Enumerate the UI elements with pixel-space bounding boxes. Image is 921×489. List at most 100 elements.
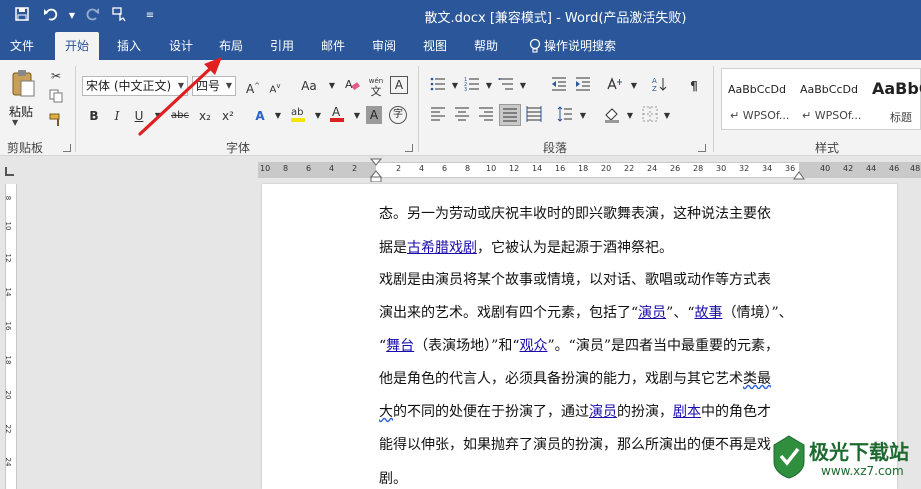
style-preview-3[interactable]: AaBbC [872, 79, 921, 98]
hyperlink[interactable]: 演员 [638, 305, 666, 321]
phonetic-guide-icon[interactable]: wén 文 [366, 74, 386, 97]
character-shading-icon[interactable]: A [366, 106, 382, 124]
highlight-icon[interactable]: ab [288, 104, 308, 124]
ruler-number: 6 [442, 164, 448, 173]
hyperlink[interactable]: 剧本 [673, 404, 701, 420]
chevron-down-icon[interactable]: ▼ [268, 106, 288, 126]
chevron-down-icon[interactable]: ▼ [573, 106, 593, 126]
decrease-indent-icon[interactable] [549, 76, 569, 96]
document-line[interactable]: 剧。 [379, 468, 407, 488]
ruler-number: 12 [509, 164, 520, 173]
document-line[interactable]: 演出来的艺术。戏剧有四个元素，包括了“演员”、“故事（情境）”、 [379, 302, 793, 322]
hyperlink[interactable]: 故事 [694, 305, 722, 321]
cut-icon[interactable]: ✂ [46, 66, 66, 86]
document-line[interactable]: 他是角色的代言人，必须具备扮演的能力，戏剧与其它艺术类最 [379, 368, 771, 388]
paste-dropdown-icon[interactable]: ▼ [12, 118, 18, 127]
font-launcher-icon[interactable] [405, 144, 413, 152]
font-color-icon[interactable]: A [327, 104, 347, 124]
clipboard-group-label: 剪贴板 [7, 141, 44, 155]
chevron-down-icon[interactable]: ▼ [624, 76, 644, 96]
tab-view[interactable]: 视图 [413, 32, 457, 60]
chevron-down-icon[interactable]: ▼ [513, 76, 533, 96]
ruler-number: 8 [283, 164, 289, 173]
copy-icon[interactable] [46, 89, 66, 109]
vruler-number: 8 [4, 195, 12, 201]
clear-formatting-icon[interactable]: A [342, 76, 362, 96]
document-line[interactable]: 态。另一为劳动或庆祝丰收时的即兴歌舞表演，这种说法主要依 [379, 203, 771, 223]
chevron-down-icon[interactable]: ▼ [308, 106, 328, 126]
hyperlink[interactable]: 观众 [520, 338, 548, 354]
align-center-icon[interactable] [452, 106, 472, 126]
document-line[interactable]: 戏剧是由演员将某个故事或情境，以对话、歌唱或动作等方式表 [379, 269, 771, 289]
document-line[interactable]: 能得以伸张，如果抛弃了演员的扮演，那么所演出的便不再是戏 [379, 434, 771, 454]
tab-mailings[interactable]: 邮件 [311, 32, 355, 60]
sort-icon[interactable]: AZ [650, 76, 670, 96]
indent-marker-icon[interactable] [369, 158, 383, 183]
document-line[interactable]: “舞台（表演场地）”和“观众”。“演员”是四者当中最重要的元素， [379, 335, 779, 355]
increase-indent-icon[interactable] [573, 76, 593, 96]
ruler-number: 20 [601, 164, 612, 173]
vruler-number: 20 [4, 390, 12, 400]
justify-icon[interactable] [499, 104, 521, 126]
distributed-icon[interactable] [524, 106, 544, 126]
text-run: 剧。 [379, 471, 407, 487]
text-run: 大 [379, 404, 393, 420]
change-case-icon[interactable]: Aa [297, 76, 321, 96]
align-right-icon[interactable] [476, 106, 496, 126]
ruler-number: 26 [670, 164, 681, 173]
clipboard-launcher-icon[interactable] [63, 144, 71, 152]
show-formatting-icon[interactable]: ¶ [684, 76, 704, 96]
chevron-down-icon[interactable]: ▼ [620, 106, 640, 126]
style-preview-2[interactable]: AaBbCcDd [800, 83, 858, 96]
right-indent-marker-icon[interactable] [793, 170, 805, 180]
ruler-number: 8 [465, 164, 471, 173]
ruler-number: 24 [647, 164, 658, 173]
svg-text:A: A [332, 105, 341, 119]
tab-help[interactable]: 帮助 [464, 32, 508, 60]
ruler-number: 22 [624, 164, 635, 173]
italic-button[interactable]: I [107, 106, 127, 126]
chinese-layout-icon[interactable] [605, 76, 625, 96]
enclose-characters-icon[interactable]: 字 [389, 106, 407, 124]
document-line[interactable]: 大的不同的处便在于扮演了，通过演员的扮演，剧本中的角色才 [379, 401, 771, 421]
ruler-number: 46 [889, 164, 900, 173]
shrink-font-icon[interactable]: Av [265, 76, 285, 96]
chevron-down-icon[interactable]: ▼ [347, 106, 367, 126]
hyperlink[interactable]: 舞台 [386, 338, 414, 354]
paste-icon[interactable] [10, 68, 36, 98]
ruler-number: 34 [762, 164, 773, 173]
lightbulb-icon[interactable] [527, 38, 543, 54]
vertical-ruler[interactable]: 8 10 12 14 16 18 20 22 24 [0, 184, 22, 489]
horizontal-ruler[interactable]: 10 8 6 4 2 2 4 6 8 10 12 14 16 18 20 22 … [258, 162, 921, 178]
svg-text:3: 3 [464, 87, 467, 92]
format-painter-icon[interactable] [46, 112, 66, 132]
tab-review[interactable]: 审阅 [362, 32, 406, 60]
document-line[interactable]: 据是古希腊戏剧，它被认为是起源于酒神祭祀。 [379, 237, 673, 257]
hyperlink[interactable]: 演员 [589, 404, 617, 420]
text-effects-icon[interactable]: A [250, 106, 270, 126]
tab-file[interactable]: 文件 [0, 32, 44, 60]
shading-icon[interactable] [602, 106, 622, 126]
tab-selector-icon[interactable] [5, 167, 14, 176]
style-name-1[interactable]: ↵ WPSOf... [730, 109, 789, 122]
style-name-3[interactable]: 标题 [890, 109, 912, 125]
hyperlink[interactable]: 古希腊戏剧 [407, 240, 477, 256]
chevron-down-icon[interactable]: ▼ [657, 106, 677, 126]
svg-text:ab: ab [291, 107, 303, 118]
tell-me-search[interactable]: 操作说明搜索 [544, 32, 616, 60]
style-preview-1[interactable]: AaBbCcDd [728, 83, 786, 96]
tab-references[interactable]: 引用 [260, 32, 304, 60]
line-spacing-icon[interactable] [555, 106, 575, 126]
paragraph-launcher-icon[interactable] [698, 144, 706, 152]
ruler-number: 18 [578, 164, 589, 173]
style-name-2[interactable]: ↵ WPSOf... [802, 109, 861, 122]
grow-font-icon[interactable]: A^ [243, 76, 263, 96]
svg-text:A: A [652, 77, 657, 85]
character-border-icon[interactable]: A [390, 76, 408, 94]
tab-home[interactable]: 开始 [55, 32, 100, 60]
window-title: 散文.docx [兼容模式] - Word(产品激活失败) [424, 11, 687, 26]
chevron-down-icon[interactable]: ▼ [322, 76, 342, 96]
ruler-number: 40 [820, 164, 831, 173]
align-left-icon[interactable] [428, 106, 448, 126]
bold-button[interactable]: B [84, 106, 104, 126]
